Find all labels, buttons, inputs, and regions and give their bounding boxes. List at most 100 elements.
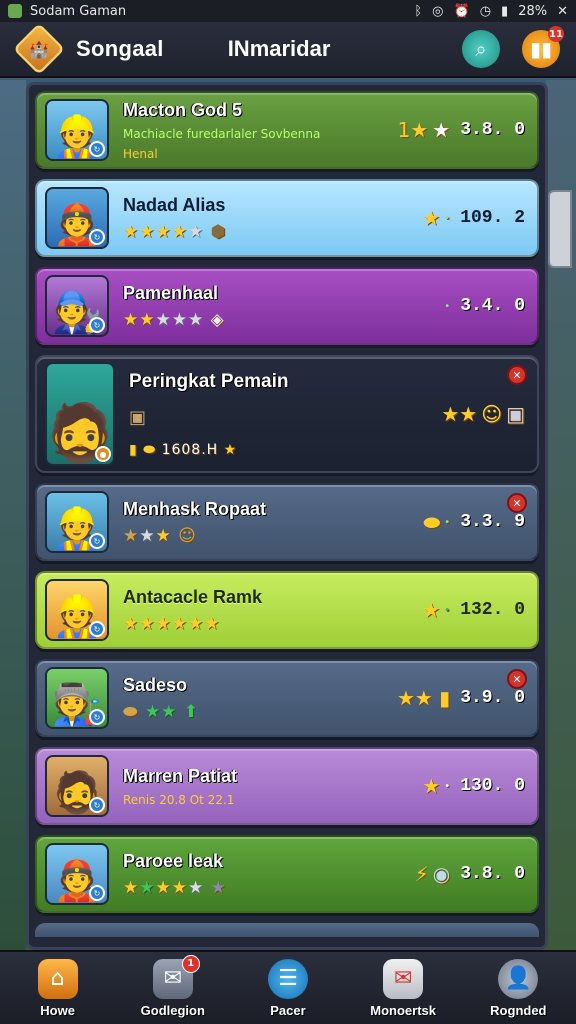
battery-icon: ▮ [501, 3, 509, 19]
nav-label: Pacer [270, 1002, 306, 1018]
nav-label: Rognded [490, 1002, 547, 1018]
player-score: 3.9. 0 [460, 688, 525, 708]
avatar: 🧑‍🔧 ↻ [45, 275, 109, 337]
player-score: 109. 2 [460, 208, 525, 228]
nav-pacer[interactable]: ☰ Pacer [233, 958, 343, 1018]
avatar: 👷 ↻ [45, 99, 109, 161]
bottom-navigation: ⌂ Howe ✉ 1 Godlegion ☰ Pacer ✉ Monoertsk… [0, 950, 576, 1024]
leaderboard-row[interactable]: 👲 ↻ Paroee leak ★★★★★ ★ ⚡ ◉ 3.8. 0 [35, 835, 539, 913]
player-score: 3.4. 0 [460, 296, 525, 316]
clock-icon: ◷ [479, 3, 492, 19]
ranking-icon: ▮▮ [529, 37, 552, 61]
avatar: 👲 ↻ [45, 187, 109, 249]
bluetooth-icon: ᛒ [414, 3, 423, 19]
player-subtext: Renis 20.8 Ot 22.1 [123, 792, 235, 807]
star-rating: ⬬ ★★ ⬆ [123, 701, 200, 722]
player-name: Macton God 5 [123, 99, 243, 120]
nav-label: Godlegion [140, 1002, 205, 1018]
avatar-badge-icon: ↻ [89, 621, 105, 637]
leaderboard-row[interactable]: 🧑‍🔧 ↻ Pamenhaal ★★★★★ ◈ • 3.4. 0 [35, 267, 539, 345]
leaderboard-row[interactable]: 🧔 ↻ Marren Patiat Renis 20.8 Ot 22.1 ★ •… [35, 747, 539, 825]
player-name: Pamenhaal [123, 282, 219, 303]
leaderboard-panel[interactable]: 👷 ↻ Macton God 5 Machiacle furedarlaler … [26, 82, 548, 950]
status-app-name: Sodam Gaman [30, 3, 127, 19]
player-score: 3.3. 9 [460, 512, 525, 532]
avatar-badge-icon: ● [95, 446, 111, 462]
avatar-badge-icon: ↻ [89, 797, 105, 813]
avatar-badge-icon: ↻ [89, 885, 105, 901]
nav-godlegion[interactable]: ✉ 1 Godlegion [118, 954, 228, 1018]
avatar: 🧔 ↻ [45, 755, 109, 817]
nav-home[interactable]: ⌂ Howe [3, 958, 113, 1018]
home-icon: ⌂ [37, 958, 78, 999]
status-dot-icon: • [444, 300, 451, 312]
player-name: Sadeso [123, 674, 188, 695]
player-name: Marren Patiat [123, 765, 238, 786]
crate-icon: ▣ [129, 406, 147, 428]
player-name: Antacacle Ramk [123, 586, 263, 607]
star-icon: ★ • [422, 598, 451, 622]
app-logo[interactable]: 🏰 [12, 22, 66, 76]
side-panel-tab[interactable] [548, 190, 572, 268]
avatar-badge-icon: ↻ [89, 533, 105, 549]
star-rating: ★★★★★ ◈ [123, 309, 225, 330]
star-rating: ★★★★★★ [123, 613, 221, 634]
player-subtext: Machiacle furedarlaler Sovbenna [123, 126, 321, 141]
close-icon[interactable]: ✕ [557, 4, 568, 19]
star-rating: ★★★ ☺ [123, 525, 197, 546]
avatar-badge-icon: ↻ [89, 317, 105, 333]
player-score: 3.8. 0 [460, 120, 525, 140]
player-name: Peringkat Pemain [129, 370, 289, 392]
star-rating: ★★★★★ ⬢ [123, 221, 227, 242]
nav-badge: 1 [181, 954, 200, 973]
background-scenery-left [0, 80, 26, 950]
header-title: Songaal [76, 36, 164, 61]
avatar: 🧑‍🏭 ↻ [45, 667, 109, 729]
coin-icon: ⚡ ◉ [414, 862, 451, 886]
remove-button[interactable]: ✕ [507, 493, 527, 513]
wifi-icon: ◎ [432, 3, 444, 19]
avatar-badge-icon: ↻ [89, 229, 105, 245]
battery-level: 28% [518, 3, 548, 19]
player-score: 132. 0 [460, 600, 525, 620]
star-icon: ★ • [422, 206, 451, 230]
ranking-badge: 11 [548, 26, 564, 42]
leaderboard-row[interactable]: 👷 ↻ Menhask Ropaat ★★★ ☺ ⬬ • 3.3. 9 ✕ [35, 483, 539, 561]
leaderboard-row[interactable]: 👷 ↻ Macton God 5 Machiacle furedarlaler … [35, 91, 539, 169]
mail-icon: ✉ [383, 958, 424, 999]
app-header: 🏰 Songaal INmaridar ⌕ ▮▮ 11 [0, 22, 576, 78]
player-name: Nadad Alias [123, 194, 226, 215]
nav-label: Howe [40, 1002, 75, 1018]
ranking-button[interactable]: ▮▮ 11 [522, 26, 564, 68]
app-icon [8, 4, 22, 18]
leaderboard-row-featured[interactable]: 🧔 ● Peringkat Pemain ▣ ▮ ⬬ 1608.H ★ ★★ ☺… [35, 355, 539, 473]
star-rating: ★★ ☺ ▣ [441, 402, 525, 426]
star-rating: ★★★★★ ★ [123, 877, 227, 898]
remove-button[interactable]: ✕ [507, 365, 527, 385]
avatar: 👷 ↻ [45, 491, 109, 553]
nav-monoertsk[interactable]: ✉ Monoertsk [348, 958, 458, 1018]
background-scenery-right [546, 80, 576, 950]
alarm-icon: ⏰ [453, 3, 470, 19]
remove-button[interactable]: ✕ [507, 669, 527, 689]
star-rating: 1★ ★ [397, 118, 451, 142]
nav-label: Monoertsk [370, 1002, 437, 1018]
avatar: 👲 ↻ [45, 843, 109, 905]
avatar: 👷 ↻ [45, 579, 109, 641]
leaderboard-row[interactable]: 🧑‍🏭 ↻ Sadeso ⬬ ★★ ⬆ ★★ ▮ 3.9. 0 ✕ [35, 659, 539, 737]
search-button[interactable]: ⌕ [462, 30, 500, 68]
search-icon: ⌕ [475, 37, 487, 61]
leaderboard-row-partial[interactable] [35, 923, 539, 937]
player-name: Menhask Ropaat [123, 498, 267, 519]
star-rating-small: ★★ ▮ [396, 686, 451, 710]
player-stats: ▮ ⬬ 1608.H ★ [129, 441, 238, 458]
avatar-badge-icon: ↻ [89, 141, 105, 157]
leaderboard-row[interactable]: 👲 ↻ Nadad Alias ★★★★★ ⬢ ★ • 109. 2 [35, 179, 539, 257]
nav-rognded[interactable]: 👤 Rognded [463, 958, 573, 1018]
header-subtitle: INmaridar [227, 36, 331, 61]
star-icon: ★ • [422, 774, 451, 798]
player-name: Paroee leak [123, 850, 224, 871]
status-bar: Sodam Gaman ᛒ ◎ ⏰ ◷ ▮ 28% ✕ [0, 0, 576, 22]
avatar: 🧔 ● [45, 362, 115, 466]
leaderboard-row[interactable]: 👷 ↻ Antacacle Ramk ★★★★★★ ★ • 132. 0 [35, 571, 539, 649]
